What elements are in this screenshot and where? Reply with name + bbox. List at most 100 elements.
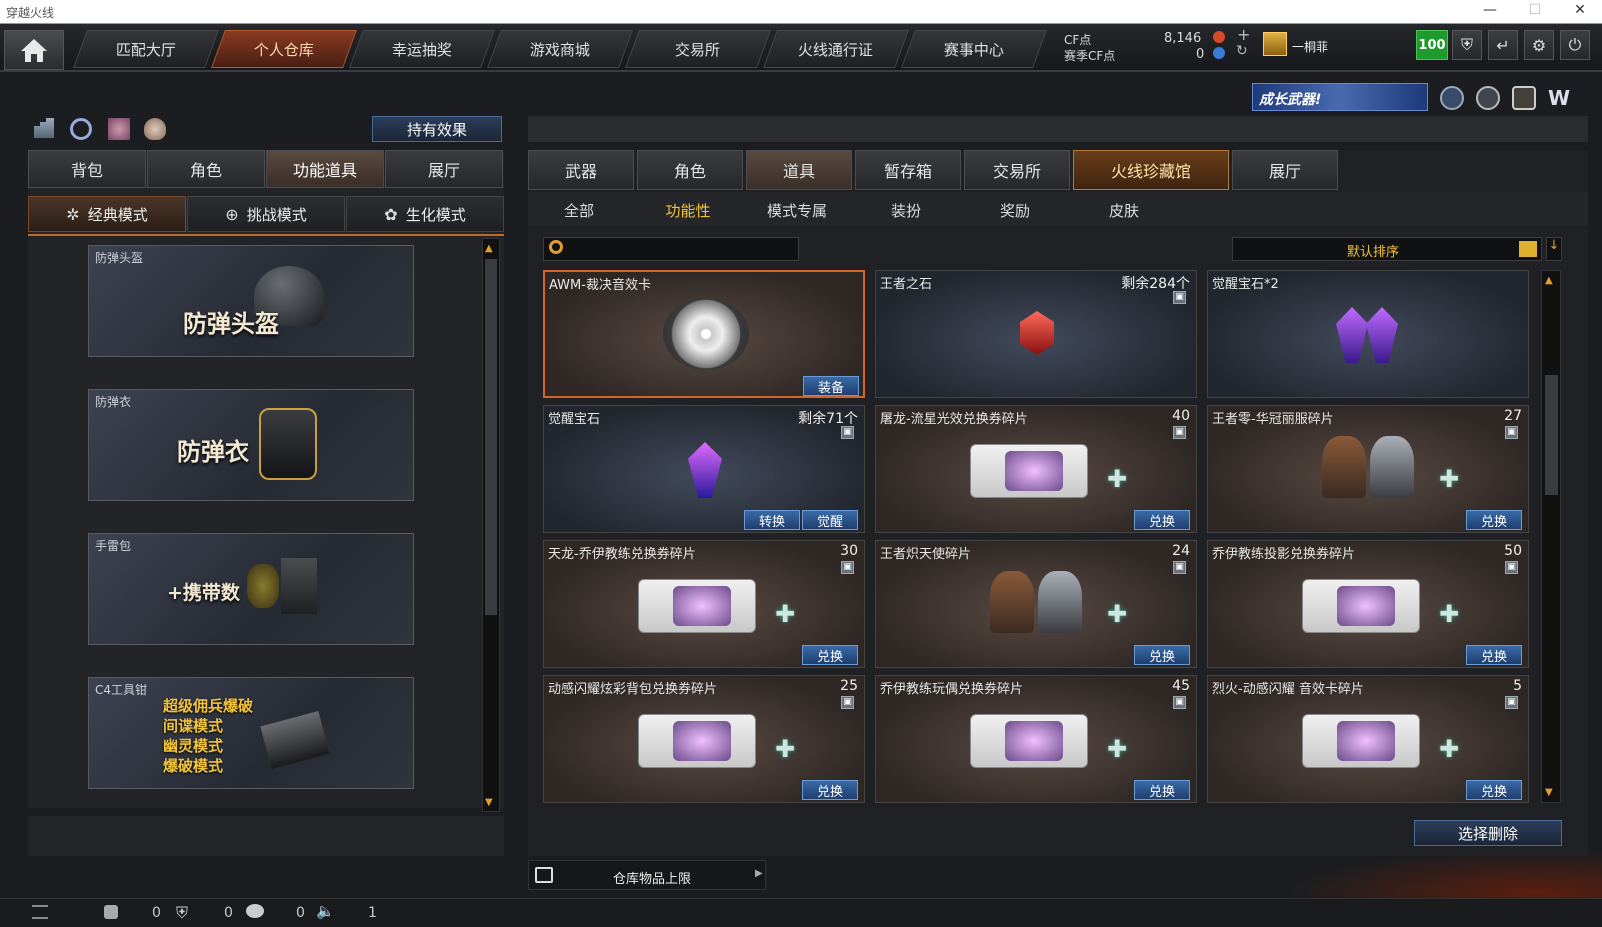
home-button[interactable] [4, 30, 64, 70]
scroll-up-icon[interactable]: ▲ [1545, 275, 1553, 286]
lock-icon[interactable]: ▣ [1173, 696, 1186, 709]
mode-tab[interactable]: ✿ 生化模式 [346, 196, 504, 232]
player-name[interactable]: 一桐菲 [1292, 38, 1328, 55]
exchange-button[interactable]: 兑换 [802, 645, 858, 665]
right-tab[interactable]: 道具 [746, 150, 852, 190]
sort-order-icon[interactable]: ↓ [1546, 237, 1562, 261]
mode-tab[interactable]: ⊕ 挑战模式 [187, 196, 345, 232]
right-tab[interactable]: 角色 [637, 150, 743, 190]
exchange-button[interactable]: 兑换 [1466, 510, 1522, 530]
effects-button[interactable]: 持有效果 [372, 116, 502, 142]
w-logo-icon[interactable]: W [1548, 86, 1574, 110]
item-card[interactable]: 王者之石 剩余284个 ▣ [875, 270, 1197, 398]
exchange-button[interactable]: 兑换 [1134, 780, 1190, 800]
level-badge[interactable]: 100 [1416, 30, 1448, 60]
exchange-button[interactable]: 兑换 [1466, 780, 1522, 800]
exchange-button[interactable]: 兑换 [1134, 510, 1190, 530]
item-card[interactable]: 天龙-乔伊教练兑换券碎片 30 ▣ ✚ 兑换 [543, 540, 865, 668]
event-icon[interactable] [1512, 86, 1536, 110]
item-card[interactable]: 乔伊教练玩偶兑换券碎片 45 ▣ ✚ 兑换 [875, 675, 1197, 803]
growth-weapon-banner[interactable]: 成长武器! [1252, 83, 1428, 111]
left-scrollbar[interactable]: ▲ ▼ [482, 238, 500, 812]
left-tab[interactable]: 角色 [147, 150, 265, 188]
nav-tab[interactable]: 游戏商城 [487, 30, 633, 68]
item-card[interactable]: 乔伊教练投影兑换券碎片 50 ▣ ✚ 兑换 [1207, 540, 1529, 668]
gear-icon[interactable]: ⚙ [1524, 30, 1554, 60]
friends-icon[interactable] [104, 905, 118, 919]
right-tab[interactable]: 交易所 [964, 150, 1070, 190]
lock-icon[interactable]: ▣ [1505, 696, 1518, 709]
select-delete-button[interactable]: 选择删除 [1414, 820, 1562, 846]
sub-tab[interactable]: 装扮 [861, 200, 951, 221]
expand-arrow-icon[interactable]: ▶ [755, 868, 763, 879]
lock-icon[interactable]: ▣ [1505, 426, 1518, 439]
sub-tab[interactable]: 全部 [534, 200, 624, 221]
equip-button[interactable]: 装备 [803, 376, 859, 396]
nav-tab[interactable]: 幸运抽奖 [349, 30, 495, 68]
item-grenade-pack[interactable]: 手雷包 +携带数 [88, 533, 414, 645]
item-card[interactable]: 屠龙-流星光效兑换券碎片 40 ▣ ✚ 兑换 [875, 405, 1197, 533]
item-card[interactable]: 动感闪耀炫彩背包兑换券碎片 25 ▣ ✚ 兑换 [543, 675, 865, 803]
nav-tab[interactable]: 匹配大厅 [73, 30, 219, 68]
capacity-bar[interactable]: 仓库物品上限 ▶ [528, 860, 766, 890]
minimize-button[interactable]: — [1470, 2, 1510, 18]
cycle-icon[interactable] [70, 118, 92, 140]
right-tab[interactable]: 火线珍藏馆 [1073, 150, 1229, 190]
exchange-button[interactable]: 兑换 [1466, 645, 1522, 665]
nav-tab[interactable]: 个人仓库 [211, 30, 357, 68]
left-tab[interactable]: 背包 [28, 150, 146, 188]
scroll-down-icon[interactable]: ▼ [1545, 787, 1553, 798]
nav-tab[interactable]: 赛事中心 [901, 30, 1047, 68]
lock-icon[interactable]: ▣ [1173, 291, 1186, 304]
close-button[interactable]: ✕ [1560, 2, 1600, 18]
globe-icon[interactable] [1476, 86, 1500, 110]
lock-icon[interactable]: ▣ [1173, 426, 1186, 439]
badge-v-icon[interactable] [1440, 86, 1464, 110]
maximize-button[interactable]: ☐ [1515, 2, 1555, 18]
item-helmet[interactable]: 防弹头盔 防弹头盔 [88, 245, 414, 357]
exchange-button[interactable]: 兑换 [802, 780, 858, 800]
item-card[interactable]: 王者零-华冠丽服碎片 27 ▣ ✚ 兑换 [1207, 405, 1529, 533]
sub-tab[interactable]: 奖励 [970, 200, 1060, 221]
nav-tab[interactable]: 交易所 [625, 30, 771, 68]
stats-icon[interactable] [34, 118, 54, 138]
return-icon[interactable]: ↵ [1488, 30, 1518, 60]
item-c4-pliers[interactable]: C4工具钳 超级佣兵爆破 间谍模式 幽灵模式 爆破模式 [88, 677, 414, 789]
scroll-up-icon[interactable]: ▲ [485, 243, 493, 254]
left-tab[interactable]: 功能道具 [266, 150, 384, 188]
sort-dropdown[interactable]: 默认排序 [1232, 237, 1542, 261]
lock-icon[interactable]: ▣ [1173, 561, 1186, 574]
grenade-icon[interactable] [144, 118, 166, 140]
right-tab[interactable]: 武器 [528, 150, 634, 190]
nav-tab[interactable]: 火线通行证 [763, 30, 909, 68]
sub-tab[interactable]: 皮肤 [1079, 200, 1169, 221]
scroll-thumb[interactable] [485, 259, 497, 615]
sub-tab[interactable]: 功能性 [643, 200, 733, 221]
refresh-cf-button[interactable]: ↻ [1236, 43, 1248, 59]
menu-icon[interactable] [32, 905, 48, 919]
convert-button[interactable]: 转换 [744, 510, 800, 530]
search-input[interactable] [543, 237, 799, 261]
scroll-down-icon[interactable]: ▼ [485, 797, 493, 808]
lock-icon[interactable]: ▣ [841, 561, 854, 574]
lock-icon[interactable]: ▣ [841, 426, 854, 439]
scroll-thumb[interactable] [1545, 375, 1558, 495]
item-vest[interactable]: 防弹衣 防弹衣 [88, 389, 414, 501]
right-tab[interactable]: 暂存箱 [855, 150, 961, 190]
item-card[interactable]: 觉醒宝石*2 [1207, 270, 1529, 398]
item-card[interactable]: AWM-裁决音效卡 装备 [543, 270, 865, 398]
item-card[interactable]: 觉醒宝石 剩余71个 ▣ 转换 觉醒 [543, 405, 865, 533]
lock-icon[interactable]: ▣ [1505, 561, 1518, 574]
shield-icon[interactable]: ⛨ [1452, 30, 1482, 60]
lock-icon[interactable]: ▣ [841, 696, 854, 709]
power-icon[interactable]: ⏻ [1560, 30, 1590, 60]
character-icon[interactable] [108, 118, 130, 140]
item-card[interactable]: 王者炽天使碎片 24 ▣ ✚ 兑换 [875, 540, 1197, 668]
speaker-icon[interactable]: 🔈 [316, 902, 335, 920]
chat-icon[interactable] [246, 904, 264, 918]
add-cf-button[interactable]: + [1237, 25, 1250, 44]
sub-tab[interactable]: 模式专属 [752, 200, 842, 221]
right-scrollbar[interactable]: ▲ ▼ [1541, 270, 1561, 803]
awaken-button[interactable]: 觉醒 [802, 510, 858, 530]
list-view-icon[interactable] [1519, 241, 1537, 257]
